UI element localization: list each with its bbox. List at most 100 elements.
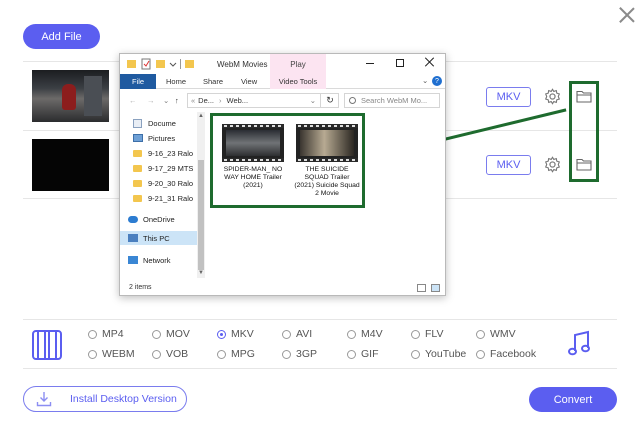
window-close-icon[interactable] <box>425 57 435 67</box>
radio-button[interactable] <box>152 329 161 339</box>
format-option-webm[interactable]: WEBM <box>88 348 135 360</box>
nav-item-documents[interactable]: Docume <box>133 117 197 129</box>
scroll-down-icon[interactable]: ▼ <box>198 270 204 276</box>
help-icon[interactable]: ? <box>432 76 442 86</box>
nav-item-folder[interactable]: 9-17_29 MTS <box>133 162 197 174</box>
maximize-icon[interactable] <box>396 59 404 67</box>
large-icons-view-icon[interactable] <box>431 284 440 292</box>
cloud-icon <box>128 215 138 223</box>
radio-button[interactable] <box>411 329 420 339</box>
format-button[interactable]: MKV <box>486 155 531 175</box>
nav-item-folder[interactable]: 9-16_23 Ralo <box>133 147 197 159</box>
nav-item-network[interactable]: Network <box>128 254 192 266</box>
audio-format-icon[interactable] <box>567 330 591 358</box>
file-explorer-window: WebM Movies Play File Home Share View Vi… <box>119 53 446 296</box>
nav-item-onedrive[interactable]: OneDrive <box>128 213 192 225</box>
file-name: SPIDER-MAN_ NO WAY HOME Trailer (2021) <box>223 166 283 189</box>
minimize-icon[interactable] <box>366 63 374 64</box>
address-row: ← → ⌄ ↑ « De... › Web... ⌄ ↻ Search WebM… <box>120 90 445 112</box>
convert-button[interactable]: Convert <box>529 387 617 412</box>
scroll-up-icon[interactable]: ▲ <box>198 113 204 119</box>
video-file-icon <box>296 124 358 162</box>
nav-scrollbar[interactable]: ▲ ▼ <box>197 112 205 278</box>
nav-item-this-pc[interactable]: This PC <box>128 232 192 244</box>
format-option-mpg[interactable]: MPG <box>217 348 255 360</box>
close-icon[interactable] <box>619 7 635 23</box>
video-thumbnail <box>32 139 109 191</box>
tab-video-tools[interactable]: Video Tools <box>270 74 326 89</box>
radio-button[interactable] <box>282 329 291 339</box>
item-count: 2 items <box>129 284 152 291</box>
format-option-m4v[interactable]: M4V <box>347 328 383 340</box>
folder-icon <box>133 164 142 172</box>
nav-item-pictures[interactable]: Pictures <box>133 132 197 144</box>
quick-access-icons <box>127 58 194 70</box>
explorer-statusbar: 2 items <box>120 282 445 295</box>
video-file-item[interactable]: THE SUICIDE SQUAD Trailer (2021) Suicide… <box>294 124 360 198</box>
radio-button[interactable] <box>282 349 291 359</box>
file-list-area: SPIDER-MAN_ NO WAY HOME Trailer (2021) T… <box>210 112 446 282</box>
download-icon <box>36 392 52 407</box>
explorer-titlebar: WebM Movies Play <box>120 54 445 74</box>
format-option-mov[interactable]: MOV <box>152 328 190 340</box>
breadcrumb-item[interactable]: Web... <box>227 96 249 105</box>
video-format-icon <box>32 330 62 360</box>
radio-button[interactable] <box>152 349 161 359</box>
tab-view[interactable]: View <box>241 77 257 86</box>
format-option-wmv[interactable]: WMV <box>476 328 516 340</box>
search-placeholder: Search WebM Mo... <box>361 96 428 105</box>
explorer-title: WebM Movies <box>217 60 268 69</box>
gear-icon[interactable] <box>544 88 561 105</box>
format-button[interactable]: MKV <box>486 87 531 107</box>
format-option-mp4[interactable]: MP4 <box>88 328 124 340</box>
chevron-down-icon[interactable]: ⌄ <box>163 96 169 105</box>
gear-icon[interactable] <box>544 156 561 173</box>
radio-button[interactable] <box>476 349 485 359</box>
computer-icon <box>128 234 138 242</box>
search-box[interactable]: Search WebM Mo... <box>344 93 440 108</box>
folder-highlight-box <box>569 81 599 182</box>
tab-share[interactable]: Share <box>203 77 223 86</box>
video-file-icon <box>222 124 284 162</box>
play-context-tab[interactable]: Play <box>270 54 326 74</box>
scroll-thumb[interactable] <box>198 160 204 270</box>
format-option-facebook[interactable]: Facebook <box>476 348 536 360</box>
radio-button-selected[interactable] <box>217 329 226 339</box>
radio-button[interactable] <box>347 329 356 339</box>
folder-breadcrumb-icon: « <box>191 96 196 105</box>
video-file-item[interactable]: SPIDER-MAN_ NO WAY HOME Trailer (2021) <box>220 124 286 190</box>
chevron-down-icon[interactable]: ⌄ <box>310 96 316 105</box>
radio-button[interactable] <box>88 349 97 359</box>
format-option-3gp[interactable]: 3GP <box>282 348 317 360</box>
format-option-mkv[interactable]: MKV <box>217 328 254 340</box>
format-option-flv[interactable]: FLV <box>411 328 443 340</box>
radio-button[interactable] <box>88 329 97 339</box>
back-arrow-icon[interactable]: ← <box>129 96 137 105</box>
format-option-youtube[interactable]: YouTube <box>411 348 466 360</box>
address-bar[interactable]: « De... › Web... ⌄ <box>187 93 339 108</box>
tab-home[interactable]: Home <box>166 77 186 86</box>
format-option-gif[interactable]: GIF <box>347 348 379 360</box>
documents-icon <box>133 118 142 128</box>
nav-item-folder[interactable]: 9-21_31 Ralo <box>133 192 197 204</box>
search-icon <box>349 97 356 104</box>
add-file-button[interactable]: Add File <box>23 24 100 49</box>
install-desktop-button[interactable]: Install Desktop Version <box>23 386 187 412</box>
format-option-avi[interactable]: AVI <box>282 328 312 340</box>
breadcrumb-item[interactable]: De... <box>198 96 214 105</box>
refresh-icon[interactable]: ↻ <box>320 93 339 108</box>
tab-file[interactable]: File <box>120 74 156 89</box>
up-arrow-icon[interactable]: ↑ <box>175 96 179 105</box>
format-option-vob[interactable]: VOB <box>152 348 188 360</box>
radio-button[interactable] <box>411 349 420 359</box>
nav-item-folder[interactable]: 9-20_30 Ralo <box>133 177 197 189</box>
radio-button[interactable] <box>476 329 485 339</box>
radio-button[interactable] <box>217 349 226 359</box>
network-icon <box>128 256 138 264</box>
video-thumbnail <box>32 70 109 122</box>
chevron-down-icon[interactable]: ⌄ <box>422 76 428 85</box>
radio-button[interactable] <box>347 349 356 359</box>
forward-arrow-icon[interactable]: → <box>147 96 155 105</box>
file-name: THE SUICIDE SQUAD Trailer (2021) Suicide… <box>294 166 360 197</box>
details-view-icon[interactable] <box>417 284 426 292</box>
